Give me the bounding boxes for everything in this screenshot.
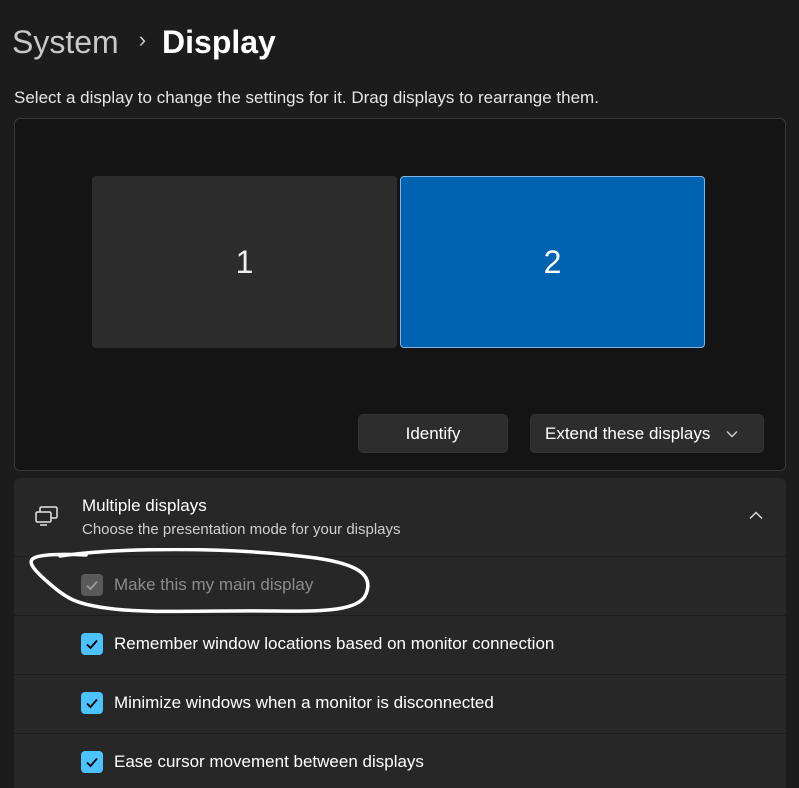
option-row-main-display: Make this my main display <box>14 556 786 614</box>
minimize-windows-checkbox[interactable] <box>81 692 103 714</box>
display-mode-dropdown[interactable]: Extend these displays <box>530 414 764 453</box>
arrangement-instruction: Select a display to change the settings … <box>14 88 599 107</box>
main-display-checkbox[interactable] <box>81 574 103 596</box>
option-row-minimize-windows: Minimize windows when a monitor is disco… <box>14 674 786 732</box>
ease-cursor-checkbox[interactable] <box>81 751 103 773</box>
monitor-1-label: 1 <box>235 243 254 280</box>
chevron-up-icon[interactable] <box>749 507 763 523</box>
remember-locations-label: Remember window locations based on monit… <box>114 634 555 653</box>
breadcrumb-separator-icon: › <box>138 27 147 52</box>
monitor-1-tile[interactable]: 1 <box>92 176 397 348</box>
display-settings-page: System › Display Select a display to cha… <box>0 0 799 788</box>
section-subtitle: Choose the presentation mode for your di… <box>82 521 401 538</box>
section-title: Multiple displays <box>82 496 207 515</box>
monitor-2-tile[interactable]: 2 <box>400 176 705 348</box>
option-row-remember-locations: Remember window locations based on monit… <box>14 615 786 673</box>
display-arrangement-panel: 1 2 Identify Extend these displays <box>14 118 786 471</box>
remember-locations-checkbox[interactable] <box>81 633 103 655</box>
breadcrumb: System › Display <box>12 20 276 64</box>
checkmark-icon <box>86 580 98 591</box>
main-display-label: Make this my main display <box>114 575 314 594</box>
chevron-down-icon <box>726 427 738 441</box>
multiple-displays-header[interactable]: Multiple displays Choose the presentatio… <box>14 478 786 556</box>
ease-cursor-label: Ease cursor movement between displays <box>114 752 424 771</box>
page-title: Display <box>162 24 276 60</box>
minimize-windows-label: Minimize windows when a monitor is disco… <box>114 693 494 712</box>
multiple-displays-section: Multiple displays Choose the presentatio… <box>14 478 786 788</box>
option-row-ease-cursor: Ease cursor movement between displays <box>14 733 786 788</box>
multiple-displays-icon <box>34 505 60 527</box>
checkmark-icon <box>86 698 98 709</box>
identify-button[interactable]: Identify <box>358 414 508 453</box>
display-mode-value: Extend these displays <box>545 423 711 443</box>
identify-button-label: Identify <box>405 423 461 443</box>
breadcrumb-system-link[interactable]: System <box>12 20 119 64</box>
checkmark-icon <box>86 639 98 650</box>
monitor-2-label: 2 <box>543 243 562 280</box>
checkmark-icon <box>86 757 98 768</box>
